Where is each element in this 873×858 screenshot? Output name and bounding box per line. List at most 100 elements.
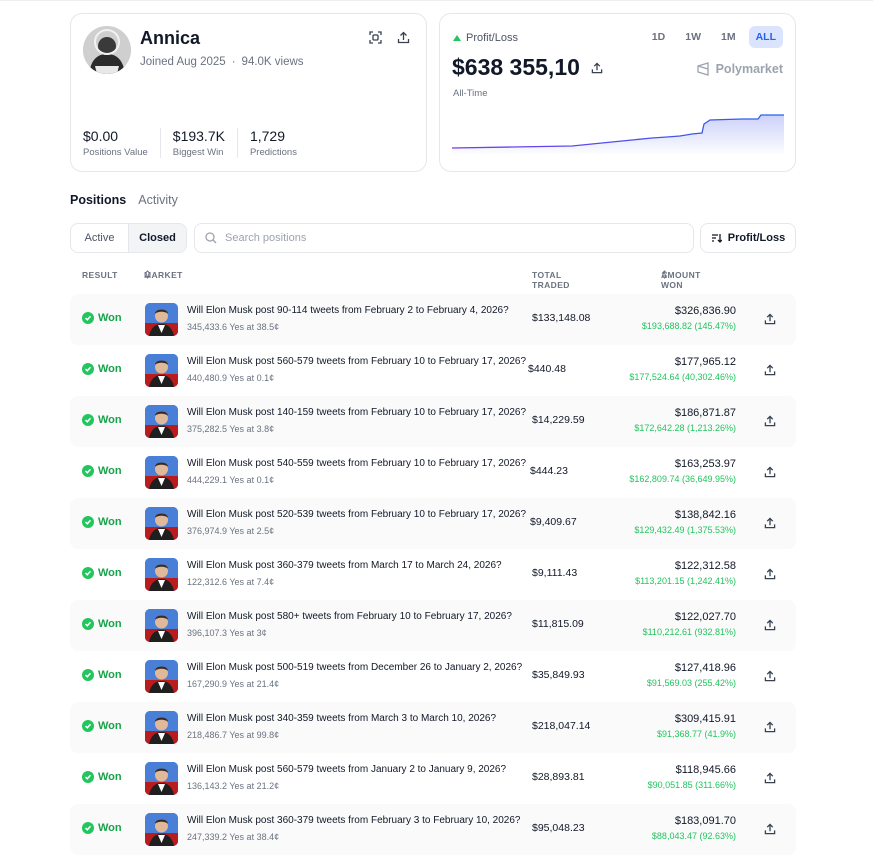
check-circle-icon <box>82 618 94 630</box>
market-title[interactable]: Will Elon Musk post 540-559 tweets from … <box>187 458 527 469</box>
table-row[interactable]: Won Will Elon Musk post 500-519 tweets fr… <box>70 651 796 702</box>
pnl-value: $638 355,10 <box>452 54 604 81</box>
market-title[interactable]: Will Elon Musk post 560-579 tweets from … <box>187 764 527 775</box>
result-label: Won <box>98 618 122 630</box>
stat-value: $0.00 <box>83 128 119 144</box>
result-badge: Won <box>82 363 122 375</box>
share-icon[interactable] <box>764 720 778 734</box>
amount-won: $326,836.90 $193,688.82 (145.47%) <box>642 305 736 331</box>
table-row[interactable]: Won Will Elon Musk post 580+ tweets from … <box>70 600 796 651</box>
stat-label: Predictions <box>249 147 297 158</box>
stat-label: Positions Value <box>83 147 148 158</box>
share-icon[interactable] <box>764 414 778 428</box>
filter-closed-button[interactable]: Closed <box>128 224 186 252</box>
check-circle-icon <box>82 771 94 783</box>
table-row[interactable]: Won Will Elon Musk post 90-114 tweets fro… <box>70 294 796 345</box>
table-row[interactable]: Won Will Elon Musk post 560-579 tweets fr… <box>70 753 796 804</box>
table-row[interactable]: Won Will Elon Musk post 540-559 tweets fr… <box>70 447 796 498</box>
market-title[interactable]: Will Elon Musk post 340-359 tweets from … <box>187 713 527 724</box>
share-icon[interactable] <box>764 465 778 479</box>
market-title[interactable]: Will Elon Musk post 580+ tweets from Feb… <box>187 611 527 622</box>
polymarket-logo-icon <box>696 62 709 76</box>
profit-value: $88,043.47 (92.63%) <box>651 831 736 841</box>
profile-views: 94.0K views <box>241 56 304 68</box>
table-row[interactable]: Won Will Elon Musk post 340-359 tweets fr… <box>70 702 796 753</box>
table-row[interactable]: Won Will Elon Musk post 360-379 tweets fr… <box>70 804 796 855</box>
share-icon[interactable] <box>764 516 778 530</box>
market-title[interactable]: Will Elon Musk post 500-519 tweets from … <box>187 662 527 673</box>
table-row[interactable]: Won Will Elon Musk post 360-379 tweets fr… <box>70 549 796 600</box>
check-circle-icon <box>82 465 94 477</box>
market-avatar <box>145 354 178 387</box>
search-box <box>194 223 694 253</box>
profile-joined: Joined Aug 2025 <box>140 56 226 68</box>
result-label: Won <box>98 669 122 681</box>
market-position: 247,339.2 Yes at 38.4¢ <box>187 832 280 842</box>
total-traded: $9,409.67 <box>530 516 577 528</box>
share-icon[interactable] <box>764 312 778 326</box>
range-tab-all[interactable]: ALL <box>748 26 783 48</box>
amount-won-value: $177,965.12 <box>674 356 736 368</box>
table-row[interactable]: Won Will Elon Musk post 560-579 tweets fr… <box>70 345 796 396</box>
market-position: 136,143.2 Yes at 21.2¢ <box>187 781 280 791</box>
range-tab-1m[interactable]: 1M <box>714 26 743 48</box>
search-icon <box>205 232 217 244</box>
share-icon[interactable] <box>764 669 778 683</box>
market-position: 122,312.6 Yes at 7.4¢ <box>187 577 275 587</box>
share-icon[interactable] <box>764 567 778 581</box>
col-amount-won[interactable]: AMOUNT WON <box>661 270 700 290</box>
trend-up-icon <box>453 35 461 41</box>
profit-value: $177,524.64 (40,302.46%) <box>629 372 736 382</box>
profile-stats: $0.00 Positions Value $193.7K Biggest Wi… <box>83 128 321 158</box>
market-avatar <box>145 660 178 693</box>
result-label: Won <box>98 312 122 324</box>
tab-positions[interactable]: Positions <box>70 193 126 207</box>
share-icon[interactable] <box>764 822 778 836</box>
market-title[interactable]: Will Elon Musk post 140-159 tweets from … <box>187 407 527 418</box>
market-title[interactable]: Will Elon Musk post 360-379 tweets from … <box>187 815 527 826</box>
col-total-traded-label: TOTAL TRADED <box>532 270 570 290</box>
total-traded: $9,111.43 <box>532 567 578 579</box>
amount-won-value: $118,945.66 <box>675 764 736 776</box>
sort-button[interactable]: Profit/Loss <box>700 223 796 253</box>
table-row[interactable]: Won Will Elon Musk post 140-159 tweets fr… <box>70 396 796 447</box>
total-traded: $440.48 <box>528 363 566 375</box>
share-icon[interactable] <box>590 61 604 75</box>
tab-activity[interactable]: Activity <box>138 193 178 207</box>
market-title[interactable]: Will Elon Musk post 90-114 tweets from F… <box>187 305 527 316</box>
table-row[interactable]: Won Will Elon Musk post 520-539 tweets fr… <box>70 498 796 549</box>
amount-won-value: $183,091.70 <box>674 815 736 827</box>
pnl-label-text: Profit/Loss <box>466 32 518 44</box>
amount-won-value: $163,253.97 <box>674 458 736 470</box>
scan-icon[interactable] <box>368 30 382 44</box>
share-icon[interactable] <box>396 30 410 44</box>
amount-won: $127,418.96 $91,569.03 (255.42%) <box>647 662 736 688</box>
amount-won: $186,871.87 $172,642.28 (1,213.26%) <box>634 407 736 433</box>
range-tab-1w[interactable]: 1W <box>678 26 708 48</box>
market-title[interactable]: Will Elon Musk post 520-539 tweets from … <box>187 509 527 520</box>
search-input[interactable] <box>225 232 665 244</box>
result-label: Won <box>98 771 122 783</box>
pnl-value-text: $638 355,10 <box>452 54 580 80</box>
amount-won: $177,965.12 $177,524.64 (40,302.46%) <box>629 356 736 382</box>
result-badge: Won <box>82 312 122 324</box>
stat-value: 1,729 <box>249 128 285 144</box>
total-traded: $14,229.59 <box>532 414 585 426</box>
market-avatar <box>145 456 178 489</box>
result-label: Won <box>98 465 122 477</box>
stat-biggest-win: $193.7K Biggest Win <box>173 128 238 158</box>
range-tab-1d[interactable]: 1D <box>645 26 672 48</box>
check-circle-icon <box>82 516 94 528</box>
filter-active-button[interactable]: Active <box>71 224 128 252</box>
market-title[interactable]: Will Elon Musk post 560-579 tweets from … <box>187 356 527 367</box>
share-icon[interactable] <box>764 363 778 377</box>
total-traded: $95,048.23 <box>532 822 585 834</box>
share-icon[interactable] <box>764 618 778 632</box>
share-icon[interactable] <box>764 771 778 785</box>
result-label: Won <box>98 720 122 732</box>
amount-won: $163,253.97 $162,809.74 (36,649.95%) <box>629 458 736 484</box>
col-market[interactable]: MARKET <box>144 270 182 280</box>
check-circle-icon <box>82 567 94 579</box>
amount-won-value: $122,027.70 <box>674 611 736 623</box>
market-title[interactable]: Will Elon Musk post 360-379 tweets from … <box>187 560 527 571</box>
